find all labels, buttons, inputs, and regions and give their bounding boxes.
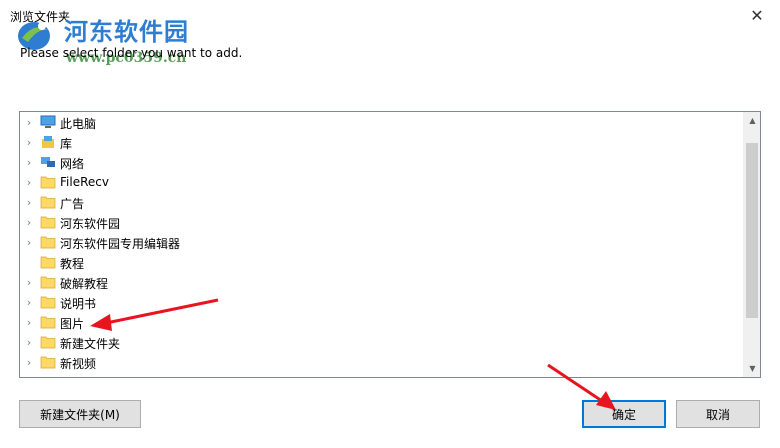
expand-chevron-icon[interactable]: › — [24, 312, 34, 332]
tree-item[interactable]: › FileRecv — [20, 172, 743, 192]
expand-chevron-icon[interactable]: › — [24, 152, 34, 172]
tree-item[interactable]: › 说明书 — [20, 292, 743, 312]
expand-chevron-icon[interactable]: › — [24, 212, 34, 232]
tree-item-label: 破解教程 — [60, 277, 109, 291]
tree-item[interactable]: › 网络 — [20, 152, 743, 172]
tree-item-label: 新建文件夹 — [60, 337, 121, 351]
folder-icon — [40, 274, 56, 290]
tree-item[interactable]: › 河东软件园专用编辑器 — [20, 232, 743, 252]
expand-chevron-icon[interactable]: › — [24, 172, 34, 192]
scroll-down-arrow-icon[interactable]: ▼ — [744, 360, 761, 377]
close-icon: ✕ — [750, 5, 764, 25]
tree-item-label: 网络 — [60, 157, 85, 171]
tree-item[interactable]: › 广告 — [20, 192, 743, 212]
tree-item-label: FileRecv — [60, 175, 109, 189]
new-folder-button[interactable]: 新建文件夹(M) — [19, 400, 141, 428]
computer-icon — [40, 114, 56, 130]
folder-icon — [40, 214, 56, 230]
window-title: 浏览文件夹 — [10, 10, 71, 24]
tree-item-label: 新视频 — [60, 357, 97, 371]
tree-item-label: 教程 — [60, 257, 85, 271]
tree-item-label: 河东软件园 — [60, 217, 121, 231]
folder-icon — [40, 334, 56, 350]
folder-icon — [40, 174, 56, 190]
title-bar: 浏览文件夹 ✕ — [0, 0, 780, 30]
expand-chevron-icon[interactable]: › — [24, 332, 34, 352]
tree-item-label: 图片 — [60, 317, 85, 331]
expand-chevron-icon[interactable]: › — [24, 192, 34, 212]
tree-item-label: 说明书 — [60, 297, 97, 311]
tree-item[interactable]: › 库 — [20, 132, 743, 152]
folder-tree[interactable]: › 此电脑 › 库 › 网络 › FileRecv › 广告 › 河东软件园 › 河东软件园专用编辑器 教程… — [19, 111, 761, 378]
library-icon — [40, 134, 56, 150]
folder-icon — [40, 354, 56, 370]
cancel-button[interactable]: 取消 — [676, 400, 760, 428]
expand-chevron-icon[interactable]: › — [24, 132, 34, 152]
expand-chevron-icon[interactable]: › — [24, 292, 34, 312]
scrollbar-thumb[interactable] — [746, 143, 758, 318]
tree-item[interactable]: › 此电脑 — [20, 112, 743, 132]
tree-item[interactable]: › 新视频 — [20, 352, 743, 372]
close-button[interactable]: ✕ — [734, 0, 780, 30]
tree-item[interactable]: › 破解教程 — [20, 272, 743, 292]
expand-chevron-icon[interactable]: › — [24, 272, 34, 292]
tree-item[interactable]: › 河东软件园 — [20, 212, 743, 232]
expand-chevron-icon[interactable]: › — [24, 232, 34, 252]
vertical-scrollbar[interactable]: ▲ ▼ — [743, 112, 760, 377]
folder-icon — [40, 294, 56, 310]
scroll-up-arrow-icon[interactable]: ▲ — [744, 112, 761, 129]
expand-chevron-icon[interactable]: › — [24, 352, 34, 372]
tree-item[interactable]: › 新建文件夹 — [20, 332, 743, 352]
folder-icon — [40, 194, 56, 210]
folder-icon — [40, 234, 56, 250]
tree-item-label: 此电脑 — [60, 117, 97, 131]
ok-button[interactable]: 确定 — [582, 400, 666, 428]
expand-chevron-icon[interactable]: › — [24, 112, 34, 132]
tree-item[interactable]: › 图片 — [20, 312, 743, 332]
tree-item[interactable]: 教程 — [20, 252, 743, 272]
instruction-text: Please select folder you want to add. — [20, 46, 243, 60]
tree-item-label: 广告 — [60, 197, 85, 211]
folder-icon — [40, 314, 56, 330]
network-icon — [40, 154, 56, 170]
tree-item-label: 库 — [60, 137, 73, 151]
tree-item-label: 河东软件园专用编辑器 — [60, 237, 181, 251]
folder-icon — [40, 254, 56, 270]
